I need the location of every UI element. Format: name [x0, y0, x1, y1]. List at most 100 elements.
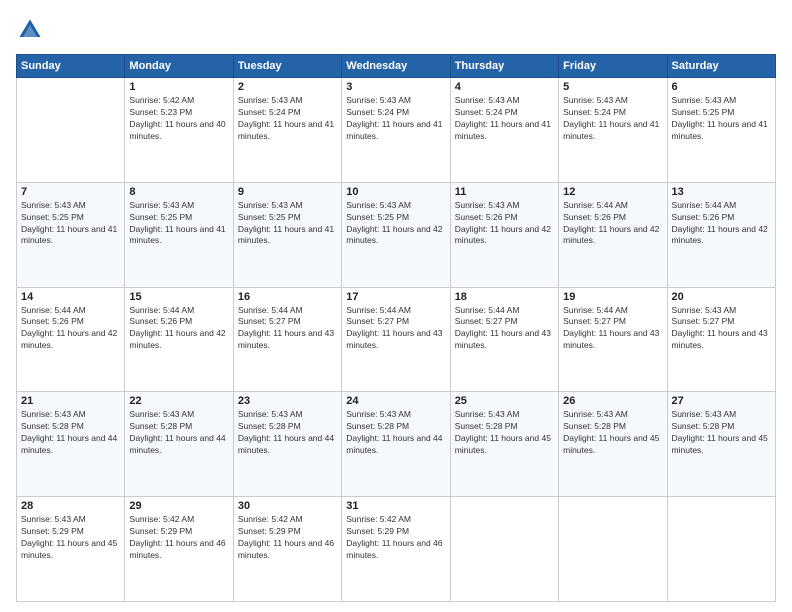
sunrise: Sunrise: 5:42 AM: [346, 514, 411, 524]
daylight: Daylight: 11 hours and 46 minutes.: [129, 538, 225, 560]
calendar-cell: 19 Sunrise: 5:44 AM Sunset: 5:27 PM Dayl…: [559, 287, 667, 392]
calendar-cell: 10 Sunrise: 5:43 AM Sunset: 5:25 PM Dayl…: [342, 182, 450, 287]
sunrise: Sunrise: 5:44 AM: [563, 305, 628, 315]
sunset: Sunset: 5:25 PM: [21, 212, 84, 222]
sunrise: Sunrise: 5:43 AM: [129, 409, 194, 419]
day-number: 14: [21, 291, 120, 303]
sunset: Sunset: 5:28 PM: [129, 421, 192, 431]
day-number: 24: [346, 395, 445, 407]
sunset: Sunset: 5:26 PM: [455, 212, 518, 222]
day-number: 11: [455, 186, 554, 198]
sunrise: Sunrise: 5:43 AM: [672, 409, 737, 419]
sunset: Sunset: 5:27 PM: [238, 316, 301, 326]
daylight: Daylight: 11 hours and 42 minutes.: [346, 224, 442, 246]
day-info: Sunrise: 5:44 AM Sunset: 5:27 PM Dayligh…: [238, 305, 337, 353]
calendar-cell: [17, 78, 125, 183]
daylight: Daylight: 11 hours and 43 minutes.: [563, 328, 659, 350]
daylight: Daylight: 11 hours and 41 minutes.: [238, 119, 334, 141]
calendar-cell: 7 Sunrise: 5:43 AM Sunset: 5:25 PM Dayli…: [17, 182, 125, 287]
calendar-cell: 4 Sunrise: 5:43 AM Sunset: 5:24 PM Dayli…: [450, 78, 558, 183]
day-number: 19: [563, 291, 662, 303]
calendar-cell: 16 Sunrise: 5:44 AM Sunset: 5:27 PM Dayl…: [233, 287, 341, 392]
calendar-cell: 24 Sunrise: 5:43 AM Sunset: 5:28 PM Dayl…: [342, 392, 450, 497]
day-info: Sunrise: 5:43 AM Sunset: 5:28 PM Dayligh…: [672, 409, 771, 457]
day-number: 3: [346, 81, 445, 93]
sunset: Sunset: 5:25 PM: [346, 212, 409, 222]
daylight: Daylight: 11 hours and 42 minutes.: [21, 328, 117, 350]
col-header-tuesday: Tuesday: [233, 55, 341, 78]
sunrise: Sunrise: 5:43 AM: [238, 409, 303, 419]
daylight: Daylight: 11 hours and 43 minutes.: [672, 328, 768, 350]
day-number: 12: [563, 186, 662, 198]
day-number: 31: [346, 500, 445, 512]
calendar-cell: 5 Sunrise: 5:43 AM Sunset: 5:24 PM Dayli…: [559, 78, 667, 183]
day-number: 8: [129, 186, 228, 198]
sunrise: Sunrise: 5:44 AM: [346, 305, 411, 315]
day-info: Sunrise: 5:43 AM Sunset: 5:24 PM Dayligh…: [238, 95, 337, 143]
calendar-cell: 11 Sunrise: 5:43 AM Sunset: 5:26 PM Dayl…: [450, 182, 558, 287]
day-info: Sunrise: 5:42 AM Sunset: 5:29 PM Dayligh…: [346, 514, 445, 562]
day-info: Sunrise: 5:43 AM Sunset: 5:28 PM Dayligh…: [346, 409, 445, 457]
sunrise: Sunrise: 5:43 AM: [672, 305, 737, 315]
sunrise: Sunrise: 5:43 AM: [21, 200, 86, 210]
day-number: 18: [455, 291, 554, 303]
sunrise: Sunrise: 5:43 AM: [563, 409, 628, 419]
day-number: 22: [129, 395, 228, 407]
sunrise: Sunrise: 5:43 AM: [563, 95, 628, 105]
day-info: Sunrise: 5:44 AM Sunset: 5:27 PM Dayligh…: [346, 305, 445, 353]
sunset: Sunset: 5:29 PM: [21, 526, 84, 536]
col-header-thursday: Thursday: [450, 55, 558, 78]
sunset: Sunset: 5:25 PM: [672, 107, 735, 117]
col-header-wednesday: Wednesday: [342, 55, 450, 78]
daylight: Daylight: 11 hours and 44 minutes.: [129, 433, 225, 455]
day-info: Sunrise: 5:43 AM Sunset: 5:24 PM Dayligh…: [455, 95, 554, 143]
sunset: Sunset: 5:24 PM: [346, 107, 409, 117]
daylight: Daylight: 11 hours and 43 minutes.: [238, 328, 334, 350]
daylight: Daylight: 11 hours and 46 minutes.: [238, 538, 334, 560]
sunrise: Sunrise: 5:43 AM: [238, 95, 303, 105]
col-header-friday: Friday: [559, 55, 667, 78]
day-number: 28: [21, 500, 120, 512]
day-number: 1: [129, 81, 228, 93]
sunset: Sunset: 5:24 PM: [238, 107, 301, 117]
col-header-sunday: Sunday: [17, 55, 125, 78]
sunrise: Sunrise: 5:42 AM: [129, 95, 194, 105]
daylight: Daylight: 11 hours and 45 minutes.: [563, 433, 659, 455]
sunset: Sunset: 5:29 PM: [238, 526, 301, 536]
sunrise: Sunrise: 5:43 AM: [455, 200, 520, 210]
daylight: Daylight: 11 hours and 45 minutes.: [455, 433, 551, 455]
calendar-cell: [450, 497, 558, 602]
day-info: Sunrise: 5:43 AM Sunset: 5:28 PM Dayligh…: [129, 409, 228, 457]
sunrise: Sunrise: 5:43 AM: [238, 200, 303, 210]
day-info: Sunrise: 5:43 AM Sunset: 5:26 PM Dayligh…: [455, 200, 554, 248]
day-number: 16: [238, 291, 337, 303]
calendar-week-3: 21 Sunrise: 5:43 AM Sunset: 5:28 PM Dayl…: [17, 392, 776, 497]
sunset: Sunset: 5:25 PM: [238, 212, 301, 222]
day-info: Sunrise: 5:43 AM Sunset: 5:25 PM Dayligh…: [346, 200, 445, 248]
day-info: Sunrise: 5:44 AM Sunset: 5:27 PM Dayligh…: [455, 305, 554, 353]
calendar-cell: 25 Sunrise: 5:43 AM Sunset: 5:28 PM Dayl…: [450, 392, 558, 497]
daylight: Daylight: 11 hours and 44 minutes.: [21, 433, 117, 455]
sunrise: Sunrise: 5:43 AM: [21, 514, 86, 524]
day-info: Sunrise: 5:43 AM Sunset: 5:25 PM Dayligh…: [672, 95, 771, 143]
sunset: Sunset: 5:26 PM: [129, 316, 192, 326]
calendar-cell: [559, 497, 667, 602]
sunset: Sunset: 5:26 PM: [21, 316, 84, 326]
sunrise: Sunrise: 5:44 AM: [563, 200, 628, 210]
daylight: Daylight: 11 hours and 41 minutes.: [455, 119, 551, 141]
day-number: 25: [455, 395, 554, 407]
calendar-cell: 14 Sunrise: 5:44 AM Sunset: 5:26 PM Dayl…: [17, 287, 125, 392]
daylight: Daylight: 11 hours and 41 minutes.: [238, 224, 334, 246]
sunset: Sunset: 5:27 PM: [672, 316, 735, 326]
sunset: Sunset: 5:25 PM: [129, 212, 192, 222]
day-number: 15: [129, 291, 228, 303]
calendar-table: SundayMondayTuesdayWednesdayThursdayFrid…: [16, 54, 776, 602]
day-info: Sunrise: 5:43 AM Sunset: 5:28 PM Dayligh…: [455, 409, 554, 457]
sunset: Sunset: 5:24 PM: [563, 107, 626, 117]
day-info: Sunrise: 5:44 AM Sunset: 5:26 PM Dayligh…: [563, 200, 662, 248]
day-number: 4: [455, 81, 554, 93]
sunrise: Sunrise: 5:44 AM: [21, 305, 86, 315]
day-info: Sunrise: 5:42 AM Sunset: 5:29 PM Dayligh…: [238, 514, 337, 562]
daylight: Daylight: 11 hours and 41 minutes.: [346, 119, 442, 141]
day-info: Sunrise: 5:42 AM Sunset: 5:23 PM Dayligh…: [129, 95, 228, 143]
